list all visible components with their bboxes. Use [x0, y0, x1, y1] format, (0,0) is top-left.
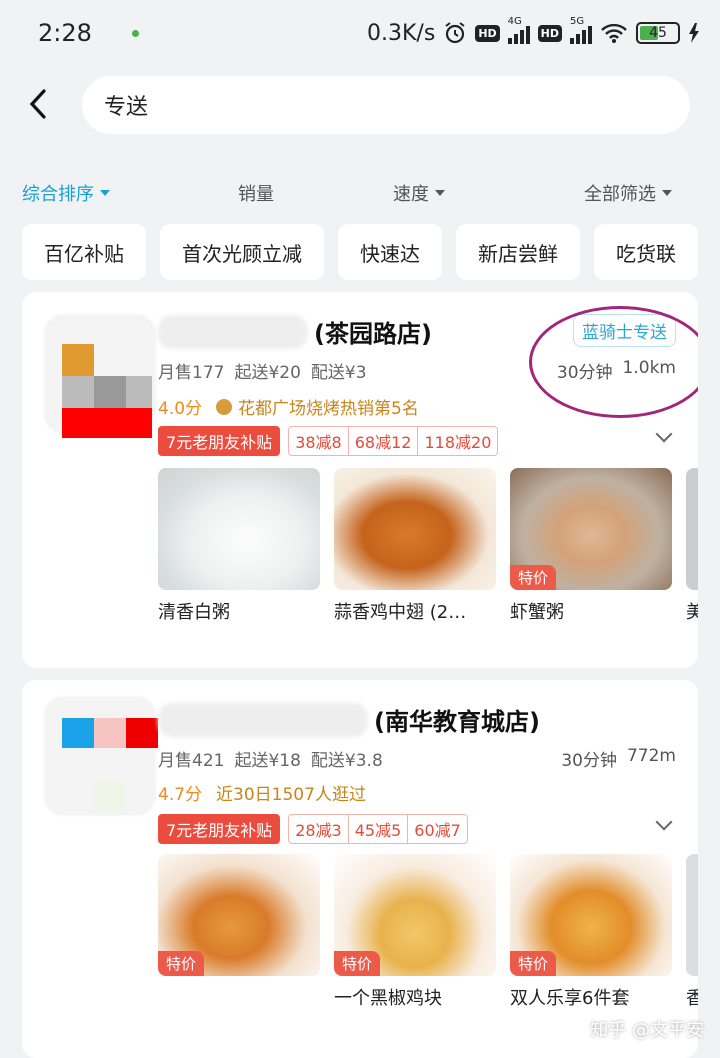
logo-mosaic	[94, 718, 126, 748]
store-meta: 月售421 起送¥18 配送¥3.8	[158, 751, 383, 771]
search-query: 专送	[104, 95, 149, 120]
hd-badge: HD	[475, 24, 500, 42]
special-price-tag: 特价	[334, 951, 381, 976]
dish-name: 蒜香鸡中翅 (2…	[334, 602, 467, 623]
logo-mosaic	[62, 718, 94, 748]
search-input[interactable]: 专送	[82, 76, 690, 134]
signal-5g-icon: 5G	[570, 16, 592, 44]
chevron-down-icon[interactable]	[655, 813, 673, 831]
rider-delivery-tag: 蓝骑士专送	[573, 314, 676, 347]
visit-stat: 近30日1507人逛过	[216, 785, 366, 805]
dish-item[interactable]: 特价 双人乐享6件套	[510, 854, 672, 1010]
wifi-icon	[601, 23, 627, 43]
score-row: 4.0分 花都广场烧烤热销第5名	[158, 394, 419, 419]
dish-image: 特价	[334, 854, 496, 976]
chip-subsidy[interactable]: 百亿补贴	[22, 224, 146, 280]
dish-name: 美	[686, 602, 698, 623]
store-name: (茶园路店)	[158, 314, 432, 349]
promo-discounts: 38减8 68减12 118减20	[288, 426, 499, 456]
chip-first-visit[interactable]: 首次光顾立减	[160, 224, 324, 280]
dish-image: 特价	[510, 468, 672, 590]
promo-discounts: 28减3 45减5 60减7	[288, 814, 468, 844]
dish-item[interactable]: 特价	[158, 854, 320, 1010]
logo-mosaic	[94, 376, 126, 410]
dish-name: 清香白粥	[158, 602, 230, 623]
chip-fast-delivery[interactable]: 快速达	[338, 224, 442, 280]
dish-item[interactable]: 清香白粥	[158, 468, 320, 624]
logo-mosaic	[126, 718, 158, 748]
filter-chips: 百亿补贴 首次光顾立减 快速达 新店尝鲜 吃货联	[22, 224, 720, 280]
sort-bar: 综合排序 销量 速度 全部筛选	[0, 174, 720, 210]
alarm-icon	[445, 22, 465, 44]
dish-image: 特价	[510, 854, 672, 976]
sort-comprehensive[interactable]: 综合排序	[22, 180, 110, 206]
charging-icon	[689, 23, 699, 43]
special-price-tag: 特价	[510, 951, 557, 976]
delivery-time-distance: 30分钟 1.0km	[556, 358, 676, 383]
status-time: 2:28	[38, 19, 92, 47]
dish-image	[334, 468, 496, 590]
dish-name: 虾蟹粥	[510, 602, 564, 623]
store-card[interactable]: (南华教育城店) 月售421 起送¥18 配送¥3.8 30分钟 772m 4.7分 …	[22, 680, 698, 1058]
score-row: 4.7分 近30日1507人逛过	[158, 780, 366, 805]
status-bar: 2:28 0.3K/s HD 4G HD 5G 45	[0, 0, 720, 66]
dropdown-triangle-icon	[662, 190, 672, 196]
medal-icon	[216, 398, 233, 415]
chip-new-store[interactable]: 新店尝鲜	[456, 224, 580, 280]
special-price-tag: 特价	[158, 951, 205, 976]
dish-name: 双人乐享6件套	[510, 988, 630, 1009]
logo-mosaic	[94, 780, 126, 810]
dish-item[interactable]: 美	[686, 468, 698, 624]
battery-icon: 45	[636, 22, 680, 44]
dish-image	[686, 854, 698, 976]
rank-badge: 花都广场烧烤热销第5名	[216, 394, 419, 419]
sort-sales[interactable]: 销量	[238, 180, 274, 206]
dish-item[interactable]: 特价 虾蟹粥	[510, 468, 672, 624]
store-card[interactable]: (茶园路店) 蓝骑士专送 月售177 起送¥20 配送¥3 30分钟 1.0km 4.…	[22, 292, 698, 668]
notification-dot	[131, 29, 139, 37]
dish-image	[158, 468, 320, 590]
logo-mosaic	[62, 408, 152, 438]
promo-subsidy: 7元老朋友补贴	[158, 814, 281, 844]
hd-badge-2: HD	[537, 24, 562, 42]
promo-subsidy: 7元老朋友补贴	[158, 426, 281, 456]
delivery-time-distance: 30分钟 772m	[561, 746, 676, 771]
store-name: (南华教育城店)	[158, 702, 540, 737]
store-meta: 月售177 起送¥20 配送¥3	[158, 363, 367, 383]
logo-mosaic	[62, 344, 94, 378]
chevron-down-icon[interactable]	[655, 425, 673, 443]
dish-image	[686, 468, 698, 590]
dish-name: 香	[686, 988, 698, 1009]
sort-speed[interactable]: 速度	[393, 180, 445, 206]
chip-foodie[interactable]: 吃货联	[594, 224, 698, 280]
promo-row: 7元老朋友补贴 38减8 68减12 118减20	[158, 426, 499, 456]
back-arrow-icon[interactable]	[24, 88, 56, 120]
signal-4g-icon: 4G	[507, 16, 530, 44]
watermark: 知乎 @文平安	[590, 1020, 704, 1041]
dish-item[interactable]: 蒜香鸡中翅 (2…	[334, 468, 496, 624]
sort-all-filters[interactable]: 全部筛选	[584, 180, 672, 206]
dish-item[interactable]: 特价 一个黑椒鸡块	[334, 854, 496, 1010]
dropdown-triangle-icon	[435, 190, 445, 196]
dropdown-triangle-icon	[100, 190, 110, 196]
store-score: 4.7分	[158, 785, 203, 805]
network-speed: 0.3K/s	[367, 20, 436, 46]
dish-list: 特价 特价 一个黑椒鸡块 特价 双人乐享6件套 香	[158, 854, 698, 1010]
dish-name: 一个黑椒鸡块	[334, 988, 442, 1009]
special-price-tag: 特价	[510, 565, 557, 590]
dish-item[interactable]: 香	[686, 854, 698, 1010]
status-indicators: 0.3K/s HD 4G HD 5G 45	[367, 16, 700, 46]
store-score: 4.0分	[158, 399, 203, 419]
dish-image: 特价	[158, 854, 320, 976]
dish-list: 清香白粥 蒜香鸡中翅 (2… 特价 虾蟹粥 美	[158, 468, 698, 624]
promo-row: 7元老朋友补贴 28减3 45减5 60减7	[158, 814, 468, 844]
